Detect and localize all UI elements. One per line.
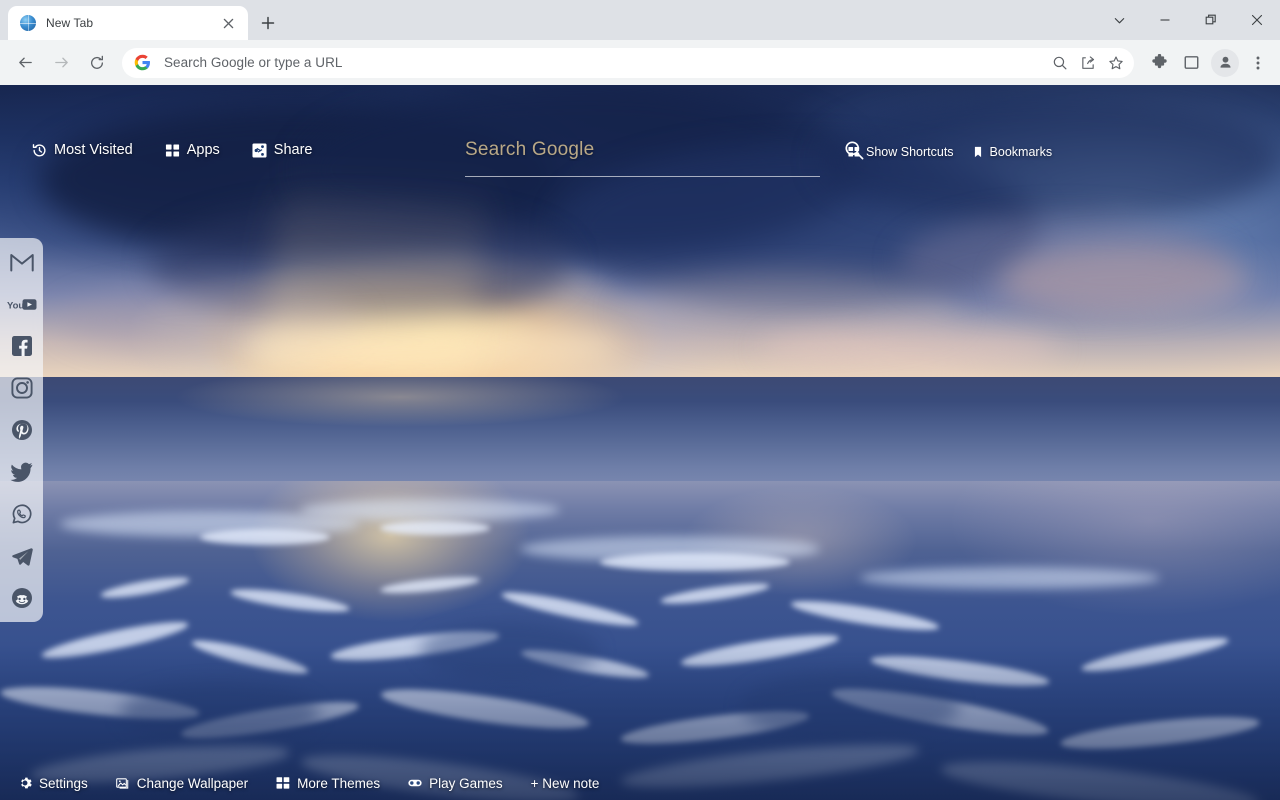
share-icon[interactable] [1074, 49, 1102, 77]
bottom-label: + New note [530, 775, 600, 791]
right-link-label: Bookmarks [989, 145, 1053, 159]
history-icon [32, 143, 47, 158]
bottom-label: Play Games [429, 775, 503, 791]
grid-icon [848, 146, 860, 158]
tab-strip: New Tab [0, 0, 1280, 40]
search-input[interactable] [465, 133, 820, 167]
minimize-icon[interactable] [1142, 0, 1188, 40]
google-g-icon [134, 54, 151, 71]
share-icon [252, 142, 267, 158]
instagram-icon[interactable] [7, 373, 37, 403]
quicklink-most-visited[interactable]: Most Visited [32, 142, 133, 158]
social-sidebar: You [0, 238, 43, 622]
ntp-search [465, 133, 864, 177]
grid-icon [276, 776, 290, 790]
globe-icon [20, 15, 36, 31]
gamepad-icon [408, 776, 422, 790]
ntp-right-links: Show Shortcuts Bookmarks [848, 145, 1052, 159]
tab-title: New Tab [46, 16, 94, 30]
quick-links: Most Visited Apps Share [32, 142, 312, 158]
star-icon[interactable] [1102, 49, 1130, 77]
youtube-icon[interactable]: You [7, 289, 37, 319]
quicklink-label: Share [273, 142, 313, 158]
facebook-icon[interactable] [7, 331, 37, 361]
pinterest-icon[interactable] [7, 415, 37, 445]
magnifier-icon[interactable] [1046, 49, 1074, 77]
bottom-more-themes[interactable]: More Themes [276, 776, 380, 791]
three-dot-icon[interactable] [1244, 48, 1272, 78]
new-tab-button[interactable] [254, 9, 282, 37]
arrow-left-icon[interactable] [8, 46, 42, 80]
side-panel-icon[interactable] [1176, 48, 1206, 78]
bookmarks-link[interactable]: Bookmarks [972, 145, 1053, 159]
bottom-label: More Themes [297, 775, 381, 791]
close-icon[interactable] [1234, 0, 1280, 40]
reload-icon[interactable] [80, 46, 114, 80]
browser-window: New Tab Search Google or type a URL Most… [0, 0, 1280, 800]
restore-icon[interactable] [1188, 0, 1234, 40]
quicklink-share[interactable]: Share [252, 142, 313, 158]
ntp-bottom-bar: Settings Change Wallpaper More Themes Pl… [0, 766, 1280, 800]
bottom-new-note[interactable]: + New note [531, 776, 600, 791]
bookmark-icon [972, 146, 984, 158]
bottom-label: Settings [39, 775, 88, 791]
whatsapp-icon[interactable] [7, 499, 37, 529]
show-shortcuts-link[interactable]: Show Shortcuts [848, 145, 954, 159]
browser-toolbar: Search Google or type a URL [0, 40, 1280, 85]
bottom-settings[interactable]: Settings [18, 776, 88, 791]
bottom-change-wallpaper[interactable]: Change Wallpaper [115, 775, 249, 791]
gear-icon [18, 776, 32, 790]
omnibox-placeholder: Search Google or type a URL [164, 55, 343, 70]
quicklink-label: Apps [186, 142, 220, 158]
telegram-icon[interactable] [7, 541, 37, 571]
window-controls [1096, 0, 1280, 40]
svg-text:You: You [7, 300, 24, 311]
close-icon[interactable] [218, 13, 238, 33]
person-icon[interactable] [1211, 48, 1239, 77]
arrow-right-icon[interactable] [44, 46, 78, 80]
search-underline [465, 176, 820, 177]
images-icon [115, 776, 130, 790]
wallpaper-sky [0, 85, 1280, 385]
chevron-down-icon[interactable] [1096, 0, 1142, 40]
bottom-play-games[interactable]: Play Games [408, 776, 503, 791]
bottom-label: Change Wallpaper [136, 775, 249, 791]
quicklink-label: Most Visited [54, 142, 133, 158]
puzzle-icon[interactable] [1144, 48, 1174, 78]
twitter-icon[interactable] [7, 457, 37, 487]
quicklink-apps[interactable]: Apps [165, 142, 220, 158]
reddit-icon[interactable] [7, 583, 37, 613]
wallpaper-ocean [0, 377, 1280, 733]
new-tab-page: Most Visited Apps Share Search Google Sh… [0, 85, 1280, 800]
tab-new-tab[interactable]: New Tab [8, 6, 248, 40]
omnibox[interactable]: Search Google or type a URL [122, 47, 1134, 78]
right-link-label: Show Shortcuts [866, 145, 954, 159]
wallpaper-background [0, 85, 1280, 800]
gmail-icon[interactable] [7, 247, 37, 277]
grid-icon [165, 143, 180, 158]
